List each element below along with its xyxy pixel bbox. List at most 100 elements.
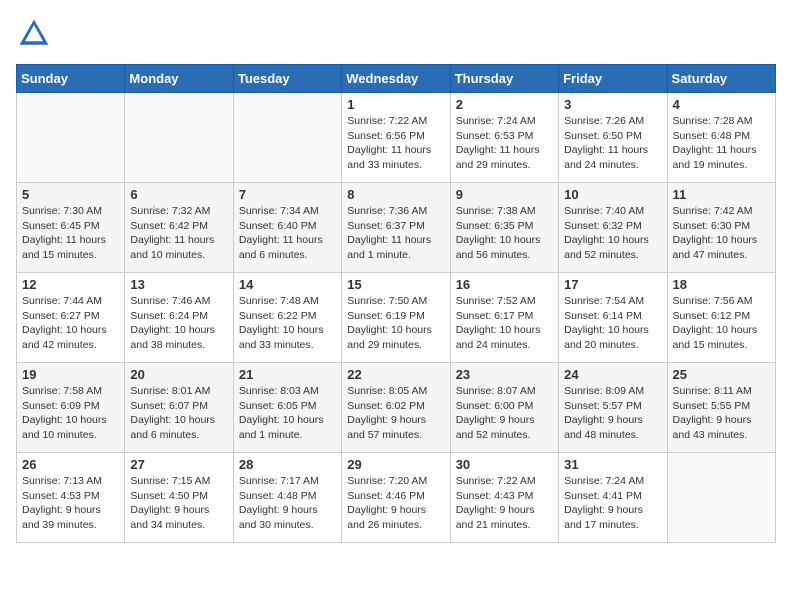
day-number: 2 — [456, 97, 553, 112]
day-info: Sunrise: 7:54 AM Sunset: 6:14 PM Dayligh… — [564, 294, 661, 353]
day-info: Sunrise: 7:20 AM Sunset: 4:46 PM Dayligh… — [347, 474, 444, 533]
calendar-cell: 12 Sunrise: 7:44 AM Sunset: 6:27 PM Dayli… — [17, 273, 125, 363]
calendar-cell: 31 Sunrise: 7:24 AM Sunset: 4:41 PM Dayli… — [559, 453, 667, 543]
calendar-cell: 20 Sunrise: 8:01 AM Sunset: 6:07 PM Dayli… — [125, 363, 233, 453]
logo-icon — [16, 16, 52, 52]
calendar-cell — [233, 93, 341, 183]
calendar-cell: 15 Sunrise: 7:50 AM Sunset: 6:19 PM Dayli… — [342, 273, 450, 363]
day-number: 19 — [22, 367, 119, 382]
day-info: Sunrise: 8:07 AM Sunset: 6:00 PM Dayligh… — [456, 384, 553, 443]
day-number: 27 — [130, 457, 227, 472]
calendar-cell: 25Sunrise: 8:11 AM Sunset: 5:55 PM Dayli… — [667, 363, 775, 453]
day-info: Sunrise: 7:13 AM Sunset: 4:53 PM Dayligh… — [22, 474, 119, 533]
calendar-cell: 2 Sunrise: 7:24 AM Sunset: 6:53 PM Daylig… — [450, 93, 558, 183]
day-number: 5 — [22, 187, 119, 202]
day-number: 15 — [347, 277, 444, 292]
day-info: Sunrise: 7:52 AM Sunset: 6:17 PM Dayligh… — [456, 294, 553, 353]
logo — [16, 16, 58, 52]
day-info: Sunrise: 7:40 AM Sunset: 6:32 PM Dayligh… — [564, 204, 661, 263]
calendar-cell: 10 Sunrise: 7:40 AM Sunset: 6:32 PM Dayli… — [559, 183, 667, 273]
day-number: 16 — [456, 277, 553, 292]
calendar-cell: 21 Sunrise: 8:03 AM Sunset: 6:05 PM Dayli… — [233, 363, 341, 453]
calendar-cell: 7 Sunrise: 7:34 AM Sunset: 6:40 PM Daylig… — [233, 183, 341, 273]
day-info: Sunrise: 7:34 AM Sunset: 6:40 PM Dayligh… — [239, 204, 336, 263]
weekday-header-row: SundayMondayTuesdayWednesdayThursdayFrid… — [17, 65, 776, 93]
calendar-cell: 6 Sunrise: 7:32 AM Sunset: 6:42 PM Daylig… — [125, 183, 233, 273]
day-number: 22 — [347, 367, 444, 382]
day-number: 12 — [22, 277, 119, 292]
day-number: 8 — [347, 187, 444, 202]
day-info: Sunrise: 7:24 AM Sunset: 4:41 PM Dayligh… — [564, 474, 661, 533]
calendar-cell: 26 Sunrise: 7:13 AM Sunset: 4:53 PM Dayli… — [17, 453, 125, 543]
day-number: 10 — [564, 187, 661, 202]
day-info: Sunrise: 8:09 AM Sunset: 5:57 PM Dayligh… — [564, 384, 661, 443]
day-info: Sunrise: 7:48 AM Sunset: 6:22 PM Dayligh… — [239, 294, 336, 353]
day-number: 3 — [564, 97, 661, 112]
day-info: Sunrise: 7:50 AM Sunset: 6:19 PM Dayligh… — [347, 294, 444, 353]
day-info: Sunrise: 7:22 AM Sunset: 4:43 PM Dayligh… — [456, 474, 553, 533]
calendar-week-2: 5 Sunrise: 7:30 AM Sunset: 6:45 PM Daylig… — [17, 183, 776, 273]
weekday-header-thursday: Thursday — [450, 65, 558, 93]
day-info: Sunrise: 8:03 AM Sunset: 6:05 PM Dayligh… — [239, 384, 336, 443]
calendar-cell: 23 Sunrise: 8:07 AM Sunset: 6:00 PM Dayli… — [450, 363, 558, 453]
calendar-cell: 18Sunrise: 7:56 AM Sunset: 6:12 PM Dayli… — [667, 273, 775, 363]
day-number: 6 — [130, 187, 227, 202]
day-info: Sunrise: 7:42 AM Sunset: 6:30 PM Dayligh… — [673, 204, 770, 263]
calendar-cell: 17Sunrise: 7:54 AM Sunset: 6:14 PM Dayli… — [559, 273, 667, 363]
weekday-header-saturday: Saturday — [667, 65, 775, 93]
calendar-cell: 30 Sunrise: 7:22 AM Sunset: 4:43 PM Dayli… — [450, 453, 558, 543]
calendar-cell — [667, 453, 775, 543]
day-number: 4 — [673, 97, 770, 112]
calendar-cell: 14 Sunrise: 7:48 AM Sunset: 6:22 PM Dayli… — [233, 273, 341, 363]
calendar-cell: 16 Sunrise: 7:52 AM Sunset: 6:17 PM Dayli… — [450, 273, 558, 363]
day-number: 9 — [456, 187, 553, 202]
day-number: 30 — [456, 457, 553, 472]
calendar-cell: 3 Sunrise: 7:26 AM Sunset: 6:50 PM Daylig… — [559, 93, 667, 183]
day-info: Sunrise: 7:28 AM Sunset: 6:48 PM Dayligh… — [673, 114, 770, 173]
day-number: 26 — [22, 457, 119, 472]
weekday-header-monday: Monday — [125, 65, 233, 93]
calendar-week-3: 12 Sunrise: 7:44 AM Sunset: 6:27 PM Dayli… — [17, 273, 776, 363]
day-info: Sunrise: 7:32 AM Sunset: 6:42 PM Dayligh… — [130, 204, 227, 263]
calendar-week-4: 19 Sunrise: 7:58 AM Sunset: 6:09 PM Dayli… — [17, 363, 776, 453]
day-info: Sunrise: 8:05 AM Sunset: 6:02 PM Dayligh… — [347, 384, 444, 443]
day-info: Sunrise: 8:01 AM Sunset: 6:07 PM Dayligh… — [130, 384, 227, 443]
calendar-cell: 24Sunrise: 8:09 AM Sunset: 5:57 PM Dayli… — [559, 363, 667, 453]
day-info: Sunrise: 7:30 AM Sunset: 6:45 PM Dayligh… — [22, 204, 119, 263]
calendar-week-1: 1 Sunrise: 7:22 AM Sunset: 6:56 PM Daylig… — [17, 93, 776, 183]
weekday-header-tuesday: Tuesday — [233, 65, 341, 93]
day-number: 28 — [239, 457, 336, 472]
day-info: Sunrise: 7:15 AM Sunset: 4:50 PM Dayligh… — [130, 474, 227, 533]
calendar-cell: 19 Sunrise: 7:58 AM Sunset: 6:09 PM Dayli… — [17, 363, 125, 453]
calendar-cell: 29Sunrise: 7:20 AM Sunset: 4:46 PM Dayli… — [342, 453, 450, 543]
day-info: Sunrise: 7:26 AM Sunset: 6:50 PM Dayligh… — [564, 114, 661, 173]
page-header — [16, 16, 776, 52]
weekday-header-wednesday: Wednesday — [342, 65, 450, 93]
day-info: Sunrise: 8:11 AM Sunset: 5:55 PM Dayligh… — [673, 384, 770, 443]
day-info: Sunrise: 7:17 AM Sunset: 4:48 PM Dayligh… — [239, 474, 336, 533]
calendar-cell: 5 Sunrise: 7:30 AM Sunset: 6:45 PM Daylig… — [17, 183, 125, 273]
calendar-cell: 1 Sunrise: 7:22 AM Sunset: 6:56 PM Daylig… — [342, 93, 450, 183]
day-number: 20 — [130, 367, 227, 382]
day-info: Sunrise: 7:44 AM Sunset: 6:27 PM Dayligh… — [22, 294, 119, 353]
day-number: 23 — [456, 367, 553, 382]
day-number: 1 — [347, 97, 444, 112]
day-number: 7 — [239, 187, 336, 202]
calendar-cell: 8 Sunrise: 7:36 AM Sunset: 6:37 PM Daylig… — [342, 183, 450, 273]
day-info: Sunrise: 7:22 AM Sunset: 6:56 PM Dayligh… — [347, 114, 444, 173]
day-info: Sunrise: 7:46 AM Sunset: 6:24 PM Dayligh… — [130, 294, 227, 353]
day-number: 18 — [673, 277, 770, 292]
day-info: Sunrise: 7:24 AM Sunset: 6:53 PM Dayligh… — [456, 114, 553, 173]
day-info: Sunrise: 7:58 AM Sunset: 6:09 PM Dayligh… — [22, 384, 119, 443]
weekday-header-friday: Friday — [559, 65, 667, 93]
day-number: 14 — [239, 277, 336, 292]
day-info: Sunrise: 7:38 AM Sunset: 6:35 PM Dayligh… — [456, 204, 553, 263]
calendar-week-5: 26 Sunrise: 7:13 AM Sunset: 4:53 PM Dayli… — [17, 453, 776, 543]
calendar: SundayMondayTuesdayWednesdayThursdayFrid… — [16, 64, 776, 543]
day-number: 31 — [564, 457, 661, 472]
weekday-header-sunday: Sunday — [17, 65, 125, 93]
day-info: Sunrise: 7:36 AM Sunset: 6:37 PM Dayligh… — [347, 204, 444, 263]
calendar-cell: 22 Sunrise: 8:05 AM Sunset: 6:02 PM Dayli… — [342, 363, 450, 453]
calendar-cell: 28 Sunrise: 7:17 AM Sunset: 4:48 PM Dayli… — [233, 453, 341, 543]
day-number: 21 — [239, 367, 336, 382]
